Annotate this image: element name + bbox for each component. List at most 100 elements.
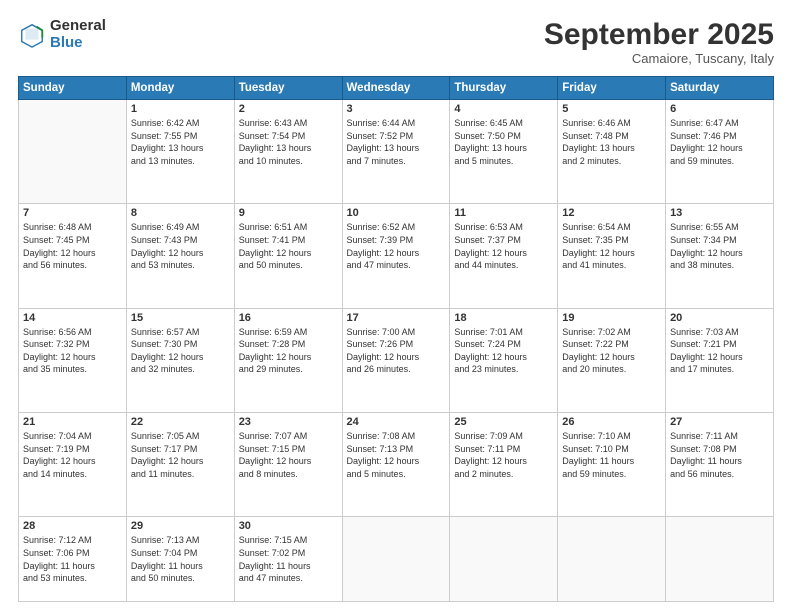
calendar-table: SundayMondayTuesdayWednesdayThursdayFrid… (18, 76, 774, 602)
day-number: 28 (23, 520, 122, 532)
day-number: 10 (347, 207, 446, 219)
location-subtitle: Camaiore, Tuscany, Italy (544, 51, 774, 66)
cell-details: Sunrise: 7:12 AMSunset: 7:06 PMDaylight:… (23, 534, 122, 584)
cell-details: Sunrise: 6:47 AMSunset: 7:46 PMDaylight:… (670, 117, 769, 167)
cell-details: Sunrise: 7:00 AMSunset: 7:26 PMDaylight:… (347, 326, 446, 376)
calendar-cell (558, 517, 666, 602)
cell-details: Sunrise: 7:11 AMSunset: 7:08 PMDaylight:… (670, 430, 769, 480)
calendar-cell: 27 Sunrise: 7:11 AMSunset: 7:08 PMDayligh… (666, 412, 774, 516)
day-number: 22 (131, 416, 230, 428)
cell-details: Sunrise: 6:46 AMSunset: 7:48 PMDaylight:… (562, 117, 661, 167)
cell-details: Sunrise: 7:04 AMSunset: 7:19 PMDaylight:… (23, 430, 122, 480)
day-header-saturday: Saturday (666, 77, 774, 100)
cell-details: Sunrise: 6:57 AMSunset: 7:30 PMDaylight:… (131, 326, 230, 376)
cell-details: Sunrise: 7:03 AMSunset: 7:21 PMDaylight:… (670, 326, 769, 376)
calendar-cell: 5 Sunrise: 6:46 AMSunset: 7:48 PMDaylight… (558, 100, 666, 204)
day-header-tuesday: Tuesday (234, 77, 342, 100)
day-number: 1 (131, 103, 230, 115)
calendar-cell (19, 100, 127, 204)
day-number: 23 (239, 416, 338, 428)
day-number: 26 (562, 416, 661, 428)
cell-details: Sunrise: 6:54 AMSunset: 7:35 PMDaylight:… (562, 221, 661, 271)
day-number: 13 (670, 207, 769, 219)
day-header-wednesday: Wednesday (342, 77, 450, 100)
day-number: 5 (562, 103, 661, 115)
calendar-cell: 16 Sunrise: 6:59 AMSunset: 7:28 PMDayligh… (234, 308, 342, 412)
header: General Blue September 2025 Camaiore, Tu… (18, 18, 774, 66)
calendar-cell: 10 Sunrise: 6:52 AMSunset: 7:39 PMDayligh… (342, 204, 450, 308)
day-header-monday: Monday (126, 77, 234, 100)
cell-details: Sunrise: 7:02 AMSunset: 7:22 PMDaylight:… (562, 326, 661, 376)
calendar-cell: 13 Sunrise: 6:55 AMSunset: 7:34 PMDayligh… (666, 204, 774, 308)
calendar-cell: 17 Sunrise: 7:00 AMSunset: 7:26 PMDayligh… (342, 308, 450, 412)
calendar-cell: 14Sunrise: 6:56 AMSunset: 7:32 PMDayligh… (19, 308, 127, 412)
calendar-cell: 22Sunrise: 7:05 AMSunset: 7:17 PMDayligh… (126, 412, 234, 516)
cell-details: Sunrise: 6:51 AMSunset: 7:41 PMDaylight:… (239, 221, 338, 271)
calendar-cell: 24Sunrise: 7:08 AMSunset: 7:13 PMDayligh… (342, 412, 450, 516)
calendar-cell: 20 Sunrise: 7:03 AMSunset: 7:21 PMDayligh… (666, 308, 774, 412)
day-number: 9 (239, 207, 338, 219)
day-number: 20 (670, 312, 769, 324)
calendar-cell: 15Sunrise: 6:57 AMSunset: 7:30 PMDayligh… (126, 308, 234, 412)
month-title: September 2025 (544, 18, 774, 51)
logo-text: General Blue (50, 18, 106, 51)
day-header-sunday: Sunday (19, 77, 127, 100)
logo: General Blue (18, 18, 106, 51)
week-row-4: 28 Sunrise: 7:12 AMSunset: 7:06 PMDayligh… (19, 517, 774, 602)
cell-details: Sunrise: 6:56 AMSunset: 7:32 PMDaylight:… (23, 326, 122, 376)
calendar-cell: 21 Sunrise: 7:04 AMSunset: 7:19 PMDayligh… (19, 412, 127, 516)
calendar-cell: 12 Sunrise: 6:54 AMSunset: 7:35 PMDayligh… (558, 204, 666, 308)
day-number: 30 (239, 520, 338, 532)
calendar-cell: 18Sunrise: 7:01 AMSunset: 7:24 PMDayligh… (450, 308, 558, 412)
cell-details: Sunrise: 6:49 AMSunset: 7:43 PMDaylight:… (131, 221, 230, 271)
calendar-cell (342, 517, 450, 602)
cell-details: Sunrise: 6:55 AMSunset: 7:34 PMDaylight:… (670, 221, 769, 271)
title-block: September 2025 Camaiore, Tuscany, Italy (544, 18, 774, 66)
day-number: 17 (347, 312, 446, 324)
cell-details: Sunrise: 7:13 AMSunset: 7:04 PMDaylight:… (131, 534, 230, 584)
day-number: 7 (23, 207, 122, 219)
calendar-cell (666, 517, 774, 602)
logo-icon (18, 21, 46, 49)
calendar-cell: 8Sunrise: 6:49 AMSunset: 7:43 PMDaylight… (126, 204, 234, 308)
calendar-cell: 3 Sunrise: 6:44 AMSunset: 7:52 PMDaylight… (342, 100, 450, 204)
day-number: 6 (670, 103, 769, 115)
calendar-cell: 2Sunrise: 6:43 AMSunset: 7:54 PMDaylight… (234, 100, 342, 204)
cell-details: Sunrise: 6:43 AMSunset: 7:54 PMDaylight:… (239, 117, 338, 167)
days-header-row: SundayMondayTuesdayWednesdayThursdayFrid… (19, 77, 774, 100)
calendar-cell: 23 Sunrise: 7:07 AMSunset: 7:15 PMDayligh… (234, 412, 342, 516)
cell-details: Sunrise: 6:44 AMSunset: 7:52 PMDaylight:… (347, 117, 446, 167)
day-number: 3 (347, 103, 446, 115)
day-number: 27 (670, 416, 769, 428)
cell-details: Sunrise: 7:15 AMSunset: 7:02 PMDaylight:… (239, 534, 338, 584)
day-number: 25 (454, 416, 553, 428)
calendar-cell: 26 Sunrise: 7:10 AMSunset: 7:10 PMDayligh… (558, 412, 666, 516)
calendar-cell: 29 Sunrise: 7:13 AMSunset: 7:04 PMDayligh… (126, 517, 234, 602)
day-number: 11 (454, 207, 553, 219)
page: General Blue September 2025 Camaiore, Tu… (0, 0, 792, 612)
calendar-cell: 4 Sunrise: 6:45 AMSunset: 7:50 PMDaylight… (450, 100, 558, 204)
day-number: 29 (131, 520, 230, 532)
cell-details: Sunrise: 6:45 AMSunset: 7:50 PMDaylight:… (454, 117, 553, 167)
calendar-cell: 1Sunrise: 6:42 AMSunset: 7:55 PMDaylight… (126, 100, 234, 204)
day-number: 19 (562, 312, 661, 324)
week-row-2: 14Sunrise: 6:56 AMSunset: 7:32 PMDayligh… (19, 308, 774, 412)
week-row-3: 21 Sunrise: 7:04 AMSunset: 7:19 PMDayligh… (19, 412, 774, 516)
calendar-cell: 28 Sunrise: 7:12 AMSunset: 7:06 PMDayligh… (19, 517, 127, 602)
calendar-cell: 11 Sunrise: 6:53 AMSunset: 7:37 PMDayligh… (450, 204, 558, 308)
day-number: 4 (454, 103, 553, 115)
calendar-cell (450, 517, 558, 602)
day-number: 24 (347, 416, 446, 428)
cell-details: Sunrise: 7:10 AMSunset: 7:10 PMDaylight:… (562, 430, 661, 480)
cell-details: Sunrise: 6:53 AMSunset: 7:37 PMDaylight:… (454, 221, 553, 271)
calendar-cell: 25 Sunrise: 7:09 AMSunset: 7:11 PMDayligh… (450, 412, 558, 516)
cell-details: Sunrise: 7:09 AMSunset: 7:11 PMDaylight:… (454, 430, 553, 480)
day-number: 21 (23, 416, 122, 428)
day-number: 12 (562, 207, 661, 219)
day-header-friday: Friday (558, 77, 666, 100)
day-number: 16 (239, 312, 338, 324)
cell-details: Sunrise: 6:52 AMSunset: 7:39 PMDaylight:… (347, 221, 446, 271)
cell-details: Sunrise: 6:59 AMSunset: 7:28 PMDaylight:… (239, 326, 338, 376)
week-row-1: 7Sunrise: 6:48 AMSunset: 7:45 PMDaylight… (19, 204, 774, 308)
cell-details: Sunrise: 7:07 AMSunset: 7:15 PMDaylight:… (239, 430, 338, 480)
